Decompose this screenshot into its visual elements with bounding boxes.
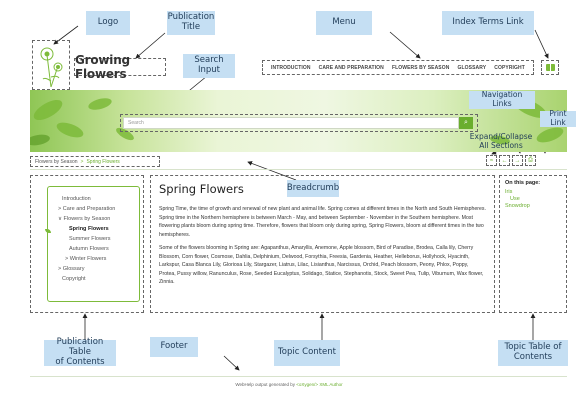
- callout-publication-toc-text: Publication Table of Contents: [55, 337, 105, 367]
- search-icon: ⌕: [464, 119, 468, 126]
- topic-paragraph: Some of the flowers blooming in Spring a…: [159, 245, 484, 285]
- footer-text: WebHelp output generated by: [235, 382, 297, 387]
- toc-item-flowers-by-season[interactable]: ∨ Flowers by Season: [56, 214, 115, 224]
- toc-item-winter-flowers[interactable]: > Winter Flowers: [56, 254, 115, 264]
- publication-title[interactable]: Growing Flowers: [74, 53, 166, 81]
- next-topic-button[interactable]: →: [512, 155, 523, 166]
- topic-paragraph: Spring Time, the time of growth and rene…: [159, 206, 486, 238]
- callout-navigation-links-text: Navigation Links: [481, 90, 523, 108]
- callout-navigation-links: Navigation Links: [469, 90, 535, 109]
- toc-item-care-and-preparation[interactable]: > Care and Preparation: [56, 204, 115, 214]
- topic-toc-item-use[interactable]: Use: [505, 196, 561, 203]
- breadcrumb-separator: >: [80, 158, 84, 165]
- callout-menu-text: Menu: [332, 17, 356, 28]
- book-icon: [545, 64, 555, 71]
- search-button[interactable]: ⌕: [459, 117, 473, 129]
- arrow-left-icon: ←: [501, 157, 508, 164]
- publication-toc-list: Introduction > Care and Preparation ∨ Fl…: [56, 194, 115, 284]
- toc-item-spring-flowers[interactable]: Spring Flowers: [56, 224, 115, 234]
- topic-toc-item-iris[interactable]: Iris: [505, 189, 561, 196]
- footer-divider: [30, 376, 567, 377]
- flower-logo-icon: [40, 47, 63, 88]
- navigation-tools: ≈ ← → ⎙: [486, 155, 536, 166]
- divider: [30, 169, 567, 170]
- previous-topic-button[interactable]: ←: [499, 155, 510, 166]
- menu-item-care-and-preparation[interactable]: CARE AND PREPARATION: [319, 65, 384, 71]
- print-button[interactable]: ⎙: [525, 155, 536, 166]
- callout-footer-text: Footer: [160, 341, 188, 352]
- menu-item-copyright[interactable]: COPYRIGHT: [494, 65, 525, 71]
- topic-toc-title: On this page:: [505, 180, 541, 186]
- callout-publication-toc: Publication Table of Contents: [44, 337, 116, 367]
- footer: WebHelp output generated by <oXygen/> XM…: [0, 382, 578, 387]
- callout-breadcrumb-text: Breadcrumb: [286, 182, 340, 193]
- callout-index-terms-link-text: Index Terms Link: [452, 17, 524, 28]
- arrow-right-icon: →: [514, 157, 521, 164]
- callout-footer: Footer: [150, 337, 198, 357]
- main-menu: INTRODUCTION CARE AND PREPARATION FLOWER…: [262, 60, 534, 75]
- callout-expand-collapse-text: Expand/Collapse All Sections: [469, 132, 533, 150]
- logo[interactable]: [32, 40, 70, 90]
- toc-item-summer-flowers[interactable]: Summer Flowers: [56, 234, 115, 244]
- menu-item-glossary[interactable]: GLOSSARY: [458, 65, 487, 71]
- expand-collapse-button[interactable]: ≈: [486, 155, 497, 166]
- printer-icon: ⎙: [528, 157, 533, 163]
- callout-logo-text: Logo: [97, 17, 119, 28]
- callout-menu: Menu: [316, 11, 372, 35]
- callout-topic-content: Topic Content: [274, 340, 340, 366]
- toc-item-copyright[interactable]: Copyright: [56, 274, 115, 284]
- callout-print-link-text: Print Link: [549, 109, 567, 127]
- callout-topic-toc: Topic Table of Contents: [498, 340, 568, 366]
- leaf-marker-icon: [45, 229, 51, 233]
- index-terms-link[interactable]: [541, 60, 559, 75]
- toc-item-introduction[interactable]: Introduction: [56, 194, 115, 204]
- callout-publication-title: Publication Title: [167, 11, 215, 35]
- breadcrumb: Flowers by Season > Spring Flowers: [30, 156, 160, 167]
- search-form: Search ⌕: [120, 114, 478, 132]
- expand-collapse-icon: ≈: [489, 157, 494, 164]
- menu-item-introduction[interactable]: INTRODUCTION: [271, 65, 311, 71]
- callout-index-terms-link: Index Terms Link: [442, 11, 534, 35]
- breadcrumb-item-spring-flowers[interactable]: Spring Flowers: [86, 159, 119, 165]
- callout-search-input: Search Input: [183, 54, 235, 78]
- toc-item-glossary[interactable]: > Glossary: [56, 264, 115, 274]
- callout-search-input-text: Search Input: [194, 55, 224, 75]
- callout-expand-collapse: Expand/Collapse All Sections: [466, 131, 536, 153]
- topic-toc-item-snowdrop[interactable]: Snowdrop: [505, 203, 561, 210]
- callout-publication-title-text: Publication Title: [167, 12, 215, 32]
- callout-topic-toc-text: Topic Table of Contents: [504, 342, 562, 362]
- breadcrumb-item-flowers-by-season[interactable]: Flowers by Season: [35, 159, 78, 165]
- callout-print-link: Print Link: [540, 109, 576, 127]
- publication-title-text: Growing Flowers: [75, 53, 130, 81]
- topic-toc: On this page: Iris Use Snowdrop: [499, 175, 567, 313]
- callout-breadcrumb: Breadcrumb: [287, 180, 339, 197]
- footer-link[interactable]: <oXygen/> XML Author: [296, 382, 342, 387]
- callout-topic-content-text: Topic Content: [278, 347, 336, 358]
- toc-item-autumn-flowers[interactable]: Autumn Flowers: [56, 244, 115, 254]
- callout-logo: Logo: [86, 11, 130, 35]
- search-input[interactable]: Search: [123, 117, 459, 129]
- menu-item-flowers-by-season[interactable]: FLOWERS BY SEASON: [392, 65, 449, 71]
